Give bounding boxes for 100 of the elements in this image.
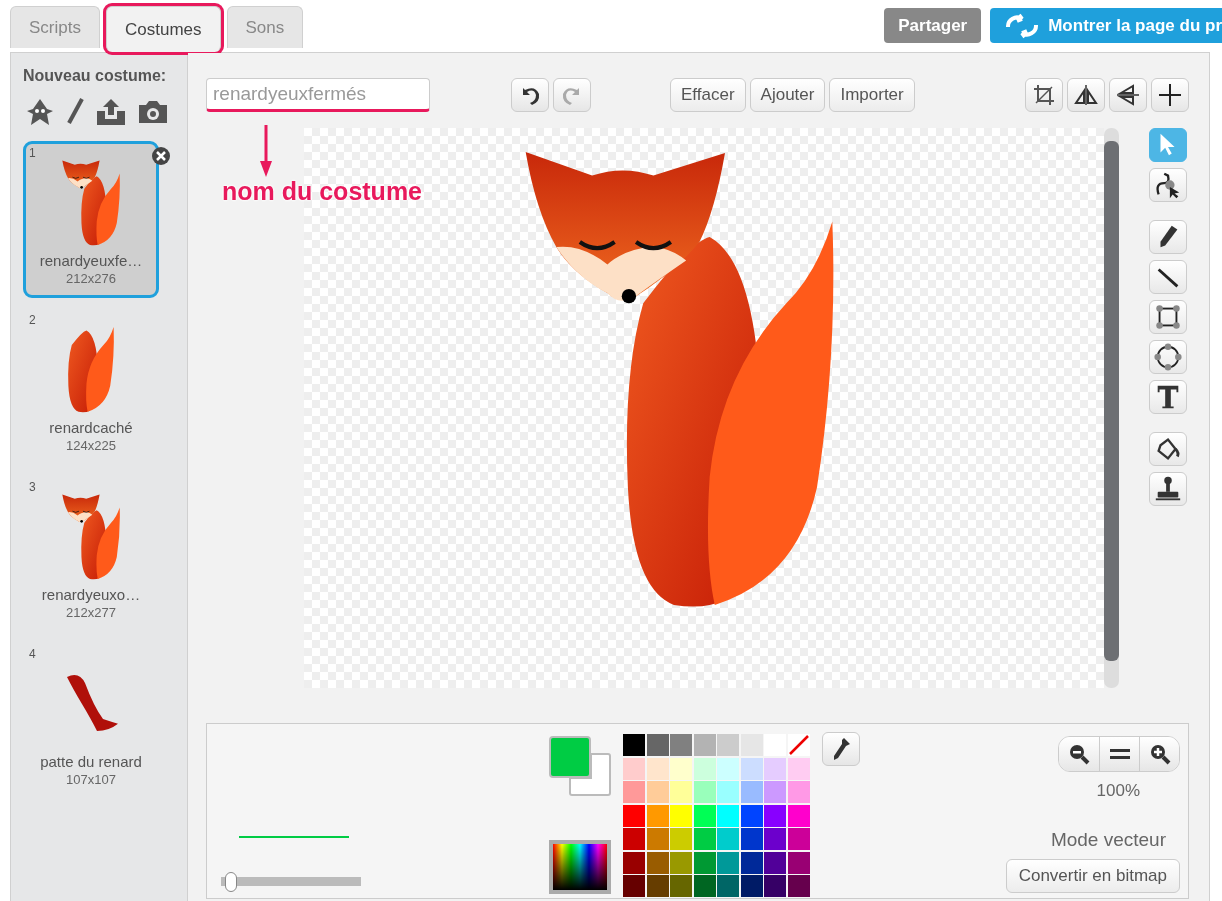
- color-swatch[interactable]: [646, 875, 669, 897]
- color-swatch[interactable]: [764, 781, 786, 803]
- color-swatch[interactable]: [693, 781, 716, 803]
- zoom-in-button[interactable]: [1139, 737, 1179, 771]
- color-swatch[interactable]: [717, 781, 739, 803]
- color-swatch[interactable]: [670, 851, 692, 874]
- color-swatch[interactable]: [740, 875, 763, 897]
- zoom-out-icon: [1067, 742, 1091, 766]
- color-swatch[interactable]: [787, 875, 810, 897]
- color-swatch[interactable]: [740, 781, 763, 803]
- color-picker[interactable]: [549, 840, 611, 894]
- close-icon: [151, 146, 171, 166]
- color-swatch[interactable]: [764, 828, 786, 850]
- color-swatch[interactable]: [623, 734, 645, 756]
- tool-button[interactable]: [1149, 220, 1187, 254]
- zoom-reset-button[interactable]: [1099, 737, 1139, 771]
- new-costume-label: Nouveau costume:: [23, 67, 168, 85]
- flip-vertical-button[interactable]: [1109, 78, 1147, 112]
- color-swatch[interactable]: [740, 828, 763, 850]
- tab[interactable]: Costumes: [105, 6, 221, 52]
- costume-size: 107x107: [66, 772, 116, 787]
- color-swatch[interactable]: [764, 734, 786, 756]
- color-swatch[interactable]: [787, 757, 810, 780]
- color-swatch[interactable]: [787, 781, 810, 803]
- costume-tile[interactable]: 4 patte du renard 107x107: [23, 642, 159, 799]
- color-swatch[interactable]: [646, 781, 669, 803]
- tool-button[interactable]: [1149, 432, 1187, 466]
- color-swatch[interactable]: [717, 851, 739, 874]
- color-swatch[interactable]: [693, 734, 716, 756]
- color-swatch[interactable]: [693, 875, 716, 897]
- costume-number: 4: [29, 647, 36, 661]
- color-swatch[interactable]: [670, 804, 692, 827]
- camera-button[interactable]: [137, 99, 169, 125]
- color-swatch[interactable]: [670, 828, 692, 850]
- tool-button[interactable]: [1149, 472, 1187, 506]
- color-swatch[interactable]: [740, 851, 763, 874]
- color-swatch[interactable]: [787, 804, 810, 827]
- color-swatch[interactable]: [670, 781, 692, 803]
- costume-tile[interactable]: 1 renardyeuxfe… 212x276: [23, 141, 159, 298]
- slash-icon: [787, 734, 810, 756]
- crop-button[interactable]: [1025, 78, 1063, 112]
- tool-button[interactable]: [1149, 300, 1187, 334]
- share-button[interactable]: Partager: [884, 8, 982, 43]
- color-swatch[interactable]: [740, 734, 763, 756]
- color-swatch[interactable]: [623, 875, 645, 897]
- color-swatch[interactable]: [764, 804, 786, 827]
- convert-button[interactable]: Convertir en bitmap: [1005, 859, 1180, 893]
- crosshair-icon: [1158, 83, 1182, 107]
- color-swatch[interactable]: [646, 828, 669, 850]
- costume-number: 1: [29, 146, 36, 160]
- tool-button[interactable]: [1149, 168, 1187, 202]
- undo-button[interactable]: [511, 78, 549, 112]
- toolbar-button[interactable]: Effacer: [670, 78, 746, 112]
- color-swatch[interactable]: [717, 757, 739, 780]
- color-swatch[interactable]: [670, 875, 692, 897]
- color-swatch[interactable]: [764, 851, 786, 874]
- delete-button[interactable]: [151, 146, 171, 166]
- toolbar-button[interactable]: Importer: [829, 78, 915, 112]
- color-swatch[interactable]: [646, 851, 669, 874]
- color-swatch[interactable]: [764, 757, 786, 780]
- color-swatch[interactable]: [717, 828, 739, 850]
- color-swatch[interactable]: [646, 804, 669, 827]
- costume-tile[interactable]: 2 renardcaché 124x225: [23, 308, 159, 465]
- color-swatch[interactable]: [693, 828, 716, 850]
- color-swatch[interactable]: [693, 757, 716, 780]
- color-swatch[interactable]: [693, 804, 716, 827]
- tool-button[interactable]: [1149, 340, 1187, 374]
- secondary-color[interactable]: [569, 753, 611, 796]
- no-color-swatch[interactable]: [787, 734, 810, 756]
- primary-color[interactable]: [549, 736, 591, 778]
- color-swatch[interactable]: [693, 851, 716, 874]
- upload-button[interactable]: [95, 97, 127, 127]
- color-swatch[interactable]: [764, 875, 786, 897]
- slider-thumb[interactable]: [224, 872, 237, 892]
- center-button[interactable]: [1151, 78, 1189, 112]
- color-swatch[interactable]: [623, 851, 645, 874]
- eyedropper-button[interactable]: [821, 732, 860, 766]
- color-swatch[interactable]: [670, 734, 692, 756]
- color-swatch[interactable]: [717, 804, 739, 827]
- tool-button[interactable]: [1149, 260, 1187, 294]
- flip-horizontal-button[interactable]: [1067, 78, 1105, 112]
- color-swatch[interactable]: [670, 757, 692, 780]
- color-swatch[interactable]: [717, 875, 739, 897]
- zoom-out-button[interactable]: [1059, 737, 1099, 771]
- color-swatch[interactable]: [623, 757, 645, 780]
- color-swatch[interactable]: [623, 781, 645, 803]
- color-swatch[interactable]: [787, 828, 810, 850]
- color-swatch[interactable]: [646, 734, 669, 756]
- costume-tile[interactable]: 3 renardyeuxo… 212x277: [23, 475, 159, 632]
- tool-button[interactable]: [1149, 380, 1187, 414]
- toolbar-button[interactable]: Ajouter: [749, 78, 826, 112]
- color-swatch[interactable]: [717, 734, 739, 756]
- color-swatch[interactable]: [623, 828, 645, 850]
- rectangle-icon: [1153, 302, 1183, 332]
- color-swatch[interactable]: [740, 757, 763, 780]
- color-swatch[interactable]: [787, 851, 810, 874]
- costume-size: 212x276: [66, 271, 116, 286]
- color-swatch[interactable]: [623, 804, 645, 827]
- color-swatch[interactable]: [646, 757, 669, 780]
- color-swatch[interactable]: [740, 804, 763, 827]
